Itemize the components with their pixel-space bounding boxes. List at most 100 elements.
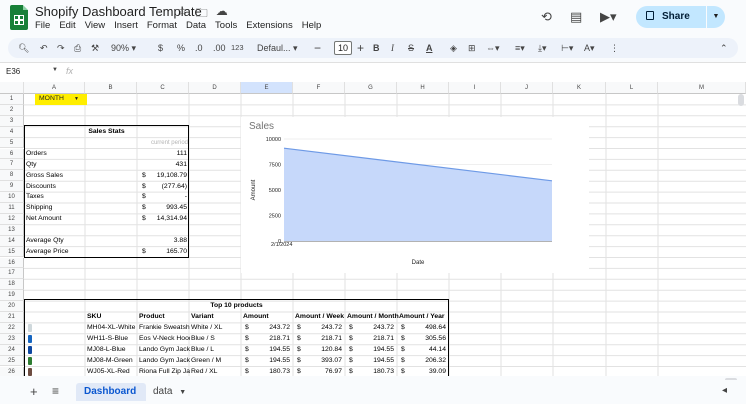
row-header-19[interactable]: 19 [0,290,24,302]
row-header-25[interactable]: 25 [0,355,24,367]
menu-tools[interactable]: Tools [215,20,237,31]
currency-format-button[interactable]: $ [158,38,163,58]
amount-year-cell: 206.32 [425,356,446,364]
column-header-j[interactable]: J [501,82,553,94]
column-header-e[interactable]: E [241,82,293,94]
menu-data[interactable]: Data [186,20,206,31]
search-menus-icon[interactable]: 🔍︎ [18,38,29,58]
column-header-m[interactable]: M [658,82,746,94]
text-color-button[interactable]: A [426,38,433,58]
row-header-11[interactable]: 11 [0,203,24,214]
select-all-corner[interactable] [0,82,24,94]
row-header-2[interactable]: 2 [0,104,24,116]
column-header-i[interactable]: I [449,82,501,94]
share-dropdown-icon[interactable]: ▼ [707,6,725,28]
increase-font-size-icon[interactable]: + [357,38,364,58]
comments-icon[interactable]: ▤ [570,9,582,25]
add-sheet-icon[interactable]: + [30,384,38,399]
variant-cell: Blue / L [191,346,215,353]
menu-edit[interactable]: Edit [59,20,75,31]
row-header-23[interactable]: 23 [0,333,24,345]
font-size-input[interactable]: 10 [334,41,352,55]
font-select[interactable]: Defaul... ▾ [257,38,298,58]
decrease-font-size-icon[interactable]: − [314,38,321,58]
name-box-dropdown-icon[interactable]: ▼ [52,67,58,73]
more-icon[interactable]: ⋮ [610,38,619,58]
redo-icon[interactable]: ↷ [57,38,65,58]
month-dropdown[interactable]: MONTH ▼ [35,94,87,105]
decrease-decimal-button[interactable]: .0 [195,38,203,58]
row-header-5[interactable]: 5 [0,137,24,149]
row-header-18[interactable]: 18 [0,279,24,291]
tab-menu-icon[interactable]: ▼ [179,389,186,396]
row-header-21[interactable]: 21 [0,312,24,323]
bold-button[interactable]: B [373,38,380,58]
italic-button[interactable]: I [391,38,394,58]
tab-data[interactable]: data ▼ [148,383,186,401]
strikethrough-icon[interactable]: S [408,38,414,58]
column-header-h[interactable]: H [397,82,449,94]
meet-video-icon[interactable]: ▶▾ [600,9,617,25]
row-header-10[interactable]: 10 [0,192,24,203]
row-header-22[interactable]: 22 [0,322,24,334]
undo-icon[interactable]: ↶ [40,38,48,58]
menu-format[interactable]: Format [147,20,177,31]
row-header-15[interactable]: 15 [0,246,24,258]
column-header-l[interactable]: L [606,82,658,94]
explore-icon[interactable]: ◂ [722,385,727,396]
borders-icon[interactable]: ⊞ [468,38,476,58]
row-header-4[interactable]: 4 [0,126,24,138]
name-box[interactable]: E36 [6,67,20,76]
chart-title: Sales [249,121,274,132]
increase-decimal-button[interactable]: .00 [213,38,226,58]
collapse-menus-icon[interactable]: ⌃ [720,38,728,58]
vertical-align-icon[interactable]: ⤓▾ [538,38,547,58]
sales-chart[interactable]: Sales0250050007500100002/1/2024DateAmoun… [241,117,589,273]
column-header-g[interactable]: G [345,82,397,94]
more-formats-button[interactable]: 123 [231,38,244,58]
row-header-13[interactable]: 13 [0,224,24,236]
row-header-16[interactable]: 16 [0,257,24,269]
row-header-17[interactable]: 17 [0,268,24,280]
tab-dashboard[interactable]: Dashboard ▼ [76,383,146,401]
fill-color-icon[interactable]: ◈ [450,38,457,58]
variant-cell: Red / XL [191,367,218,375]
column-header-k[interactable]: K [553,82,606,94]
text-rotation-icon[interactable]: A▾ [584,38,595,58]
paint-format-icon[interactable]: ⚒ [91,38,99,58]
row-header-9[interactable]: 9 [0,181,24,193]
row-header-12[interactable]: 12 [0,213,24,225]
percent-format-button[interactable]: % [177,38,185,58]
row-header-24[interactable]: 24 [0,344,24,356]
row-header-6[interactable]: 6 [0,148,24,160]
row-header-14[interactable]: 14 [0,235,24,247]
column-header-c[interactable]: C [137,82,189,94]
row-header-20[interactable]: 20 [0,301,24,312]
menu-view[interactable]: View [85,20,105,31]
print-icon[interactable]: ⎙ [74,38,81,58]
menu-extensions[interactable]: Extensions [246,20,292,31]
column-header-b[interactable]: B [85,82,137,94]
spreadsheet-grid[interactable]: ABCDEFGHIJKLM 1 2 3 4 5 6 7 8 9 10 11 12 13 14 15 16 17 1… [0,82,746,376]
text-wrapping-icon[interactable]: ⊢▾ [561,38,573,58]
row-header-3[interactable]: 3 [0,115,24,127]
history-icon[interactable]: ⟲ [541,9,552,25]
row-header-8[interactable]: 8 [0,170,24,182]
all-sheets-icon[interactable]: ≡ [52,384,59,398]
row-header-7[interactable]: 7 [0,159,24,171]
column-header-a[interactable]: A [24,82,85,94]
column-header-f[interactable]: F [293,82,345,94]
menu-insert[interactable]: Insert [114,20,138,31]
vertical-scrollbar[interactable] [738,94,744,106]
share-button[interactable]: Share [636,6,706,28]
menu-help[interactable]: Help [302,20,322,31]
horizontal-align-icon[interactable]: ≡▾ [515,38,525,58]
zoom-select[interactable]: 90% ▾ [111,38,136,58]
column-header-d[interactable]: D [189,82,241,94]
sheets-logo-icon[interactable] [10,5,28,30]
row-header-26[interactable]: 26 [0,366,24,376]
merge-cells-icon[interactable]: ⇔▾ [486,38,500,58]
formula-input[interactable] [80,65,740,81]
row-header-1[interactable]: 1 [0,94,24,105]
menu-file[interactable]: File [35,20,50,31]
